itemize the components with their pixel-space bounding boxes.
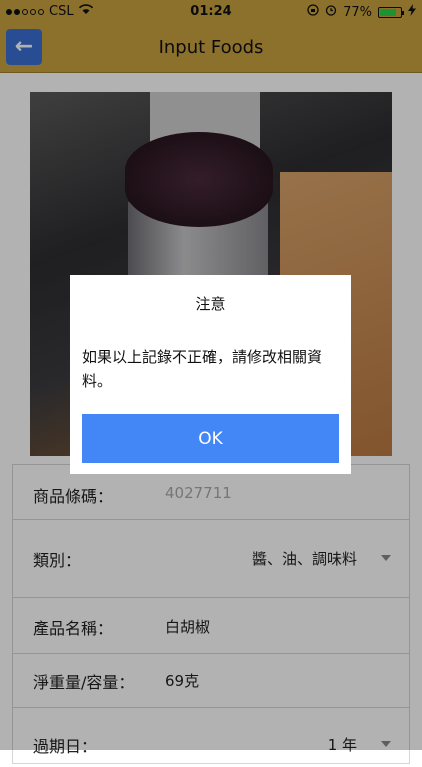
- dialog-message: 如果以上記錄不正確，請修改相關資料。: [82, 348, 323, 390]
- ok-button[interactable]: OK: [82, 414, 339, 463]
- alert-dialog: 注意 如果以上記錄不正確，請修改相關資料。 OK: [70, 275, 351, 474]
- dialog-title: 注意: [195, 295, 226, 313]
